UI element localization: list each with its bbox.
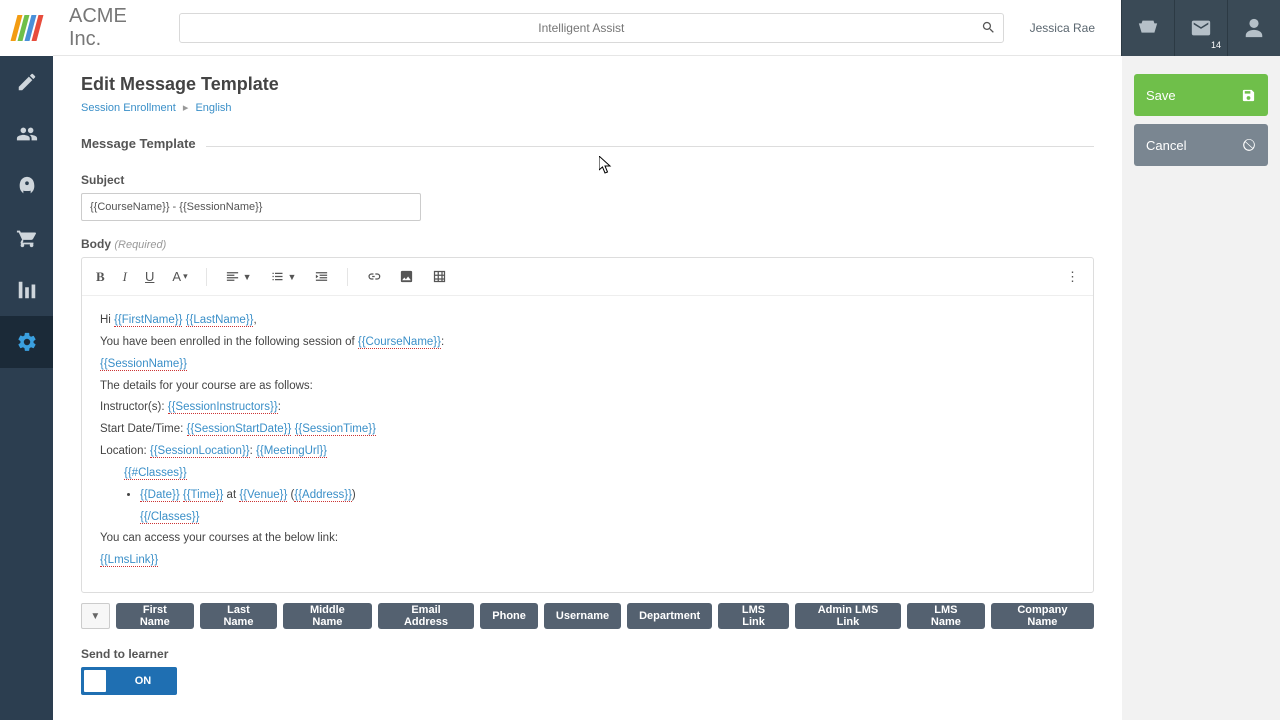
side-actions: Save Cancel	[1122, 56, 1280, 720]
merge-middle-name[interactable]: Middle Name	[283, 603, 372, 629]
nav-reports-icon[interactable]	[0, 264, 53, 316]
section-title: Message Template	[81, 136, 196, 157]
clear-format-button[interactable]: A▾	[172, 269, 187, 284]
merge-field-bar: ▼ First Name Last Name Middle Name Email…	[81, 603, 1094, 629]
send-to-learner-toggle[interactable]: ON	[81, 667, 177, 695]
indent-button[interactable]	[314, 269, 329, 284]
merge-username[interactable]: Username	[544, 603, 621, 629]
search-input[interactable]	[179, 13, 1004, 43]
merge-dropdown[interactable]: ▼	[81, 603, 110, 629]
messages-icon[interactable]: 14	[1174, 0, 1227, 56]
subject-label: Subject	[81, 173, 1094, 187]
page-title: Edit Message Template	[81, 74, 1094, 95]
more-button[interactable]: ⋮	[1066, 269, 1079, 285]
editor-content[interactable]: Hi {{FirstName}} {{LastName}}, You have …	[82, 296, 1093, 592]
cancel-button[interactable]: Cancel	[1134, 124, 1268, 166]
align-button[interactable]: ▼	[225, 269, 252, 284]
orders-icon[interactable]	[1121, 0, 1174, 56]
merge-company-name[interactable]: Company Name	[991, 603, 1094, 629]
link-button[interactable]	[366, 269, 381, 284]
search-container	[179, 13, 1004, 43]
rich-text-editor: B I U A▾ ▼ ▼ ⋮ H	[81, 257, 1094, 593]
bold-button[interactable]: B	[96, 269, 105, 285]
top-bar: ACME Inc. Jessica Rae 14	[53, 0, 1280, 56]
app-logo	[0, 0, 53, 56]
merge-first-name[interactable]: First Name	[116, 603, 194, 629]
send-to-learner-label: Send to learner	[81, 647, 1094, 661]
nav-rocket-icon[interactable]	[0, 160, 53, 212]
current-user-name[interactable]: Jessica Rae	[1020, 21, 1105, 35]
nav-compose-icon[interactable]	[0, 56, 53, 108]
body-label: Body (Required)	[81, 237, 1094, 251]
nav-cart-icon[interactable]	[0, 212, 53, 264]
merge-email[interactable]: Email Address	[378, 603, 475, 629]
merge-last-name[interactable]: Last Name	[200, 603, 277, 629]
left-nav-rail	[0, 0, 53, 720]
profile-icon[interactable]	[1227, 0, 1280, 56]
merge-phone[interactable]: Phone	[480, 603, 538, 629]
main-content: Edit Message Template Session Enrollment…	[53, 56, 1122, 720]
merge-lms-link[interactable]: LMS Link	[718, 603, 789, 629]
save-button[interactable]: Save	[1134, 74, 1268, 116]
nav-people-icon[interactable]	[0, 108, 53, 160]
brand-name: ACME Inc.	[69, 5, 163, 51]
list-button[interactable]: ▼	[270, 269, 297, 284]
subject-input[interactable]	[81, 193, 421, 221]
messages-badge: 14	[1211, 40, 1221, 50]
merge-lms-name[interactable]: LMS Name	[907, 603, 985, 629]
breadcrumb-current[interactable]: English	[195, 102, 231, 114]
table-button[interactable]	[432, 269, 447, 284]
editor-toolbar: B I U A▾ ▼ ▼ ⋮	[82, 258, 1093, 296]
breadcrumb: Session Enrollment ▸ English	[81, 101, 1094, 114]
italic-button[interactable]: I	[123, 269, 127, 285]
merge-department[interactable]: Department	[627, 603, 712, 629]
search-icon[interactable]	[981, 20, 996, 38]
topbar-actions: 14	[1121, 0, 1280, 56]
merge-admin-lms-link[interactable]: Admin LMS Link	[795, 603, 901, 629]
image-button[interactable]	[399, 269, 414, 284]
breadcrumb-parent[interactable]: Session Enrollment	[81, 102, 176, 114]
breadcrumb-separator-icon: ▸	[183, 102, 189, 114]
nav-settings-icon[interactable]	[0, 316, 53, 368]
underline-button[interactable]: U	[145, 269, 154, 284]
